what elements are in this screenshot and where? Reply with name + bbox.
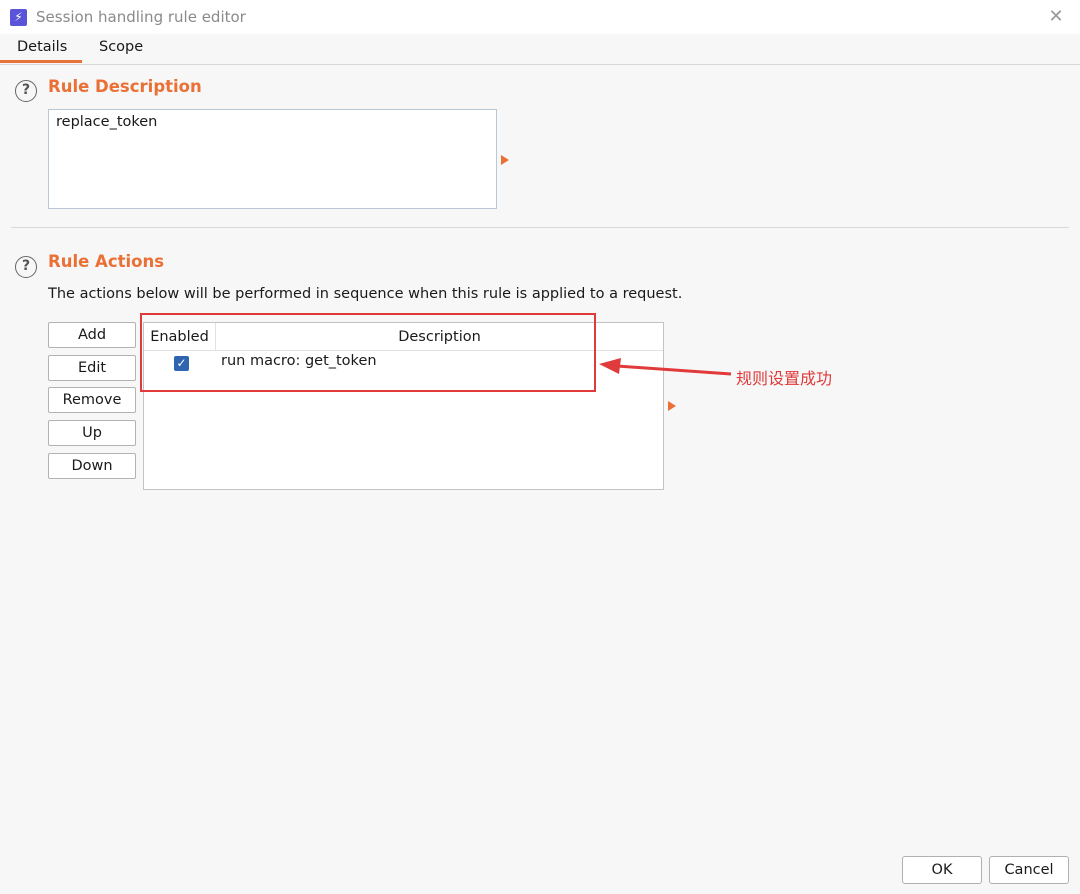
lightning-icon: ⚡ xyxy=(10,9,27,26)
expand-arrow-icon[interactable] xyxy=(501,155,509,165)
cancel-button[interactable]: Cancel xyxy=(989,856,1069,884)
tab-scope[interactable]: Scope xyxy=(99,39,143,55)
rule-description-title: Rule Description xyxy=(48,77,202,96)
add-button[interactable]: Add xyxy=(48,322,136,348)
up-button[interactable]: Up xyxy=(48,420,136,446)
close-icon[interactable]: ✕ xyxy=(1046,7,1066,27)
rule-actions-title: Rule Actions xyxy=(48,252,165,271)
ok-button[interactable]: OK xyxy=(902,856,982,884)
help-icon[interactable]: ? xyxy=(15,80,37,102)
tab-bar: Details Scope xyxy=(0,34,1080,65)
rule-actions-description: The actions below will be performed in s… xyxy=(48,286,683,302)
section-divider xyxy=(11,227,1069,228)
title-bar: ⚡ Session handling rule editor ✕ xyxy=(0,0,1080,35)
remove-button[interactable]: Remove xyxy=(48,387,136,413)
edit-button[interactable]: Edit xyxy=(48,355,136,381)
rule-description-value: replace_token xyxy=(56,114,158,130)
annotation-highlight-box xyxy=(140,313,596,392)
window-title: Session handling rule editor xyxy=(36,8,246,26)
annotation-arrow-icon xyxy=(599,358,732,376)
active-tab-indicator xyxy=(0,60,82,63)
expand-arrow-icon[interactable] xyxy=(668,401,676,411)
annotation-label: 规则设置成功 xyxy=(736,369,833,388)
down-button[interactable]: Down xyxy=(48,453,136,479)
rule-description-input[interactable]: replace_token xyxy=(48,109,497,209)
help-icon[interactable]: ? xyxy=(15,256,37,278)
tab-details[interactable]: Details xyxy=(17,39,67,55)
